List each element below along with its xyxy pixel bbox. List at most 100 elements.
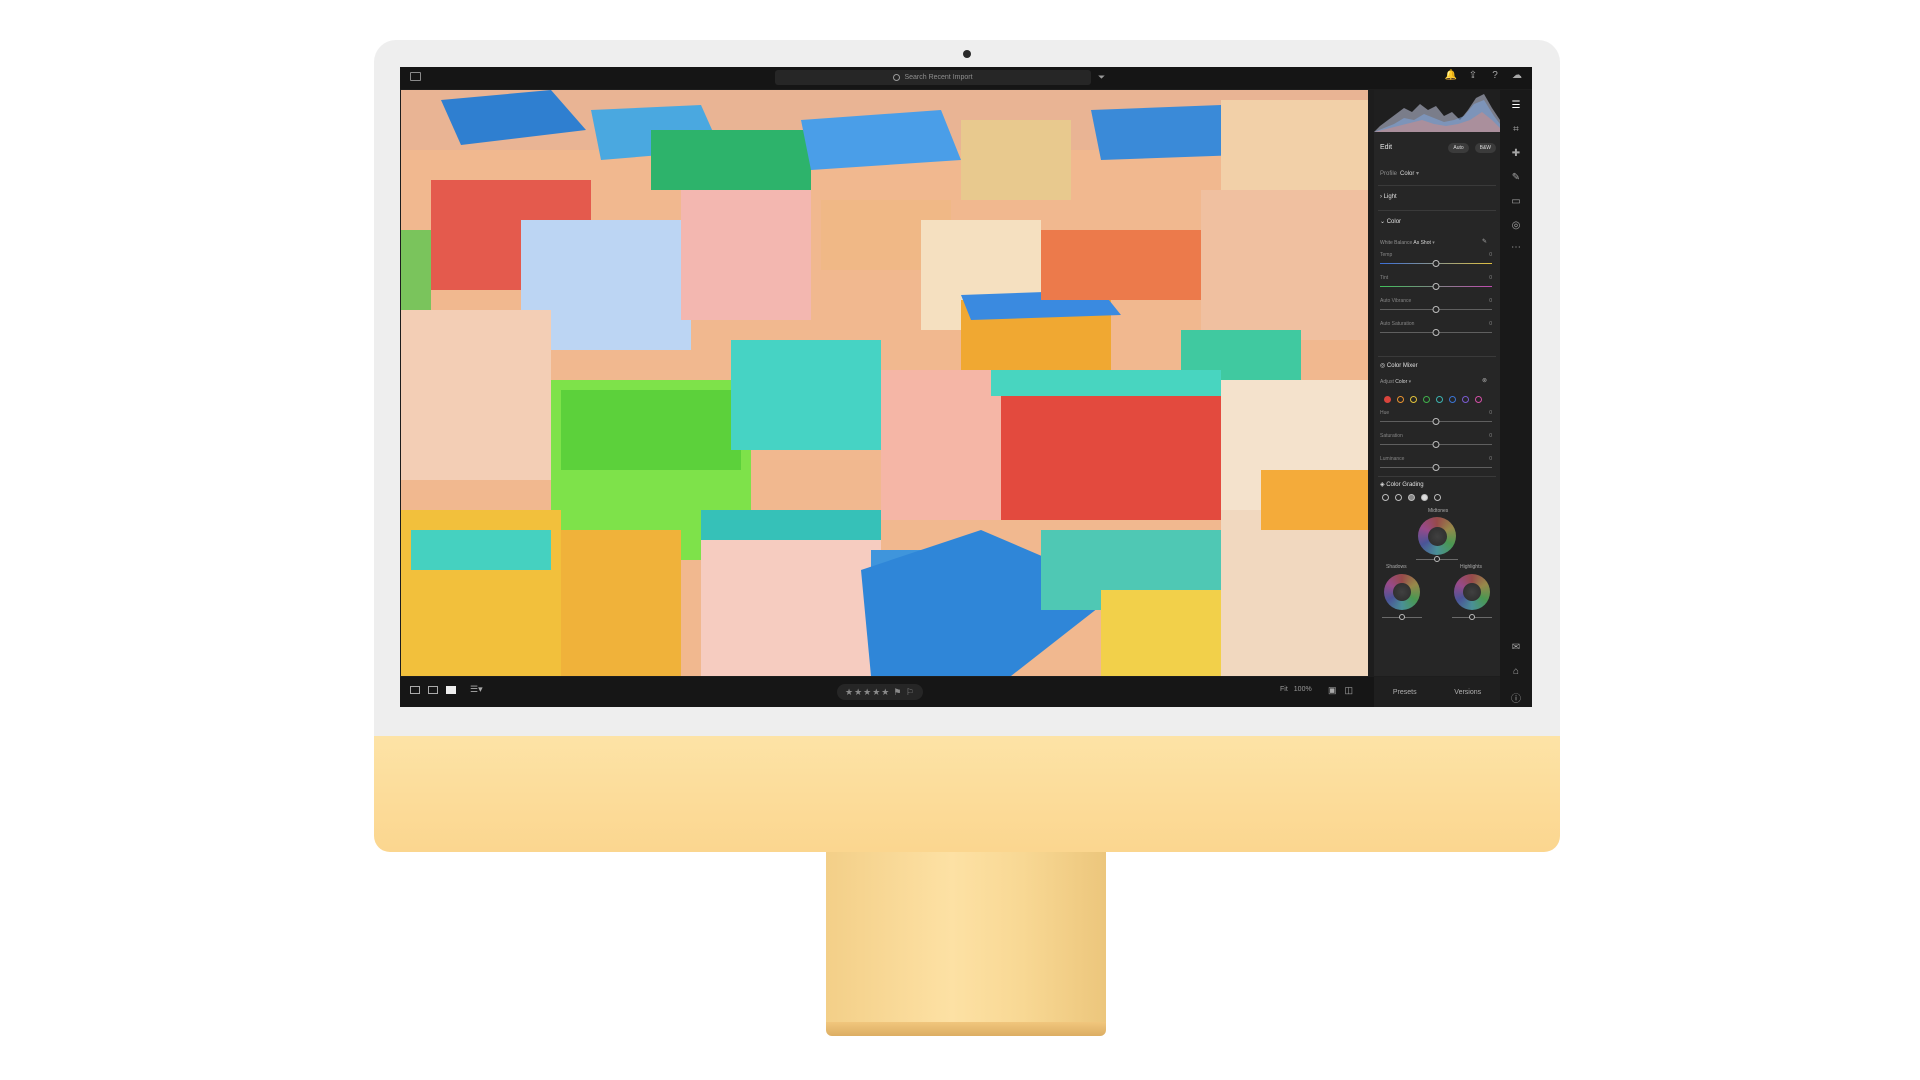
color-swatch[interactable] [1384,396,1391,403]
color-swatch[interactable] [1436,396,1443,403]
imac-stand [826,852,1106,1028]
fit-label[interactable]: Fit [1280,686,1288,693]
adjust-row[interactable]: Adjust Color ▾ [1380,379,1411,385]
shadows-knob[interactable] [1399,614,1405,620]
highlights-mode-icon[interactable] [1421,494,1428,501]
edit-sliders-icon[interactable]: ☰ [1510,100,1522,111]
temp-slider[interactable]: Temp 0 [1380,252,1492,267]
linear-gradient-icon[interactable]: ▭ [1510,196,1522,207]
color-swatch[interactable] [1397,396,1404,403]
zoom-value[interactable]: 100% [1294,686,1312,693]
mixer-saturation-slider[interactable]: Saturation 0 [1380,433,1492,448]
color-grading-label: Color Grading [1386,482,1424,488]
versions-button[interactable]: Versions [1454,689,1481,696]
eyedropper-icon[interactable]: ✎ [1482,238,1487,245]
flag-icons[interactable]: ⚑ ⚐ [893,687,915,698]
color-label: Color [1386,219,1402,225]
color-swatch[interactable] [1475,396,1482,403]
bw-button[interactable]: B&W [1474,142,1496,153]
color-swatch[interactable] [1410,396,1417,403]
radial-gradient-icon[interactable]: ◎ [1510,220,1522,231]
presets-button[interactable]: Presets [1393,689,1417,696]
vibrance-slider[interactable]: Auto Vibrance 0 [1380,298,1492,313]
compare-icon[interactable]: ▣ [1328,685,1337,696]
hue-knob[interactable] [1432,418,1440,425]
mixer-saturation-label: Saturation [1380,433,1403,439]
profile-row[interactable]: Profile Color ▾ [1380,170,1419,177]
temp-value: 0 [1489,252,1492,258]
share-icon[interactable]: ⇪ [1466,70,1480,81]
midtones-knob[interactable] [1434,556,1440,562]
crop-icon[interactable]: ⌗ [1510,124,1522,135]
tint-knob[interactable] [1432,283,1440,290]
luminance-value: 0 [1489,456,1492,462]
color-grading-header[interactable]: ◈ Color Grading [1380,481,1424,488]
detail-view-icon[interactable] [446,686,456,694]
shadows-mode-icon[interactable] [1395,494,1402,501]
midtones-label: Midtones [1428,508,1449,514]
tint-slider[interactable]: Tint 0 [1380,275,1492,290]
hue-slider[interactable]: Hue 0 [1380,410,1492,425]
auto-button[interactable]: Auto [1448,142,1469,153]
cloud-icon[interactable]: ☁ [1510,70,1524,81]
app-window: Search Recent Import ⏷ 🔔 ⇪ ? ☁ ☰▾ ★★★★★ … [400,67,1532,707]
more-icon[interactable]: ⋯ [1510,242,1522,253]
top-bar: Search Recent Import ⏷ 🔔 ⇪ ? ☁ [400,67,1532,89]
color-swatch[interactable] [1462,396,1469,403]
midtones-mode-icon[interactable] [1408,494,1415,501]
compare-icons: ▣ ◫ [1328,685,1353,696]
help-icon[interactable]: ? [1488,70,1502,81]
color-section-header[interactable]: ⌄ Color [1380,218,1401,225]
divider [1378,210,1496,211]
profile-value[interactable]: Color [1400,171,1414,177]
white-balance-row[interactable]: White Balance As Shot ▾ [1380,240,1435,246]
brush-icon[interactable]: ✎ [1510,172,1522,183]
saturation-slider[interactable]: Auto Saturation 0 [1380,321,1492,336]
color-swatch[interactable] [1449,396,1456,403]
square-grid-view-icon[interactable] [428,686,438,694]
top-right-icons: 🔔 ⇪ ? ☁ [1444,70,1524,81]
white-balance-label: White Balance [1380,240,1413,246]
star-rating[interactable]: ★★★★★ [845,687,890,698]
midtones-wheel[interactable] [1418,517,1456,555]
luminance-slider[interactable]: Luminance 0 [1380,456,1492,471]
profile-label: Profile [1380,171,1398,177]
filter-icon[interactable]: ⏷ [1098,72,1105,83]
tag-icon[interactable]: ⌂ [1510,666,1522,677]
divider [1378,185,1496,186]
view-mode-group [410,686,456,694]
saturation-value: 0 [1489,321,1492,327]
saturation-label: Auto Saturation [1380,321,1415,327]
luminance-knob[interactable] [1432,464,1440,471]
highlights-knob[interactable] [1469,614,1475,620]
split-view-icon[interactable]: ◫ [1345,685,1354,696]
color-grading-icon: ◈ [1380,482,1385,488]
white-balance-value[interactable]: As Shot [1413,240,1431,246]
temp-knob[interactable] [1432,260,1440,267]
three-way-icon[interactable] [1382,494,1389,501]
search-input[interactable]: Search Recent Import [775,70,1091,85]
global-mode-icon[interactable] [1434,494,1441,501]
comment-icon[interactable]: ✉ [1510,642,1522,653]
vibrance-knob[interactable] [1432,306,1440,313]
rating-flag-group: ★★★★★ ⚑ ⚐ [837,684,923,700]
sidebar-toggle-icon[interactable] [410,72,421,81]
vibrance-value: 0 [1489,298,1492,304]
light-section-header[interactable]: › Light [1380,194,1397,200]
camera-icon [963,50,971,58]
shadows-wheel[interactable] [1384,574,1420,610]
saturation-knob[interactable] [1432,329,1440,336]
highlights-wheel[interactable] [1454,574,1490,610]
healing-brush-icon[interactable]: ✚ [1510,148,1522,159]
mixer-saturation-knob[interactable] [1432,441,1440,448]
adjust-value[interactable]: Color [1395,379,1407,385]
target-adjust-icon[interactable]: ⊗ [1482,377,1487,384]
color-mixer-header[interactable]: ◎ Color Mixer [1380,362,1418,369]
tint-label: Tint [1380,275,1389,281]
sort-icon[interactable]: ☰▾ [470,684,483,695]
info-icon[interactable]: ⓘ [1510,690,1522,705]
photo-canvas [401,90,1368,676]
color-swatch[interactable] [1423,396,1430,403]
bell-icon[interactable]: 🔔 [1444,70,1458,81]
grid-view-icon[interactable] [410,686,420,694]
